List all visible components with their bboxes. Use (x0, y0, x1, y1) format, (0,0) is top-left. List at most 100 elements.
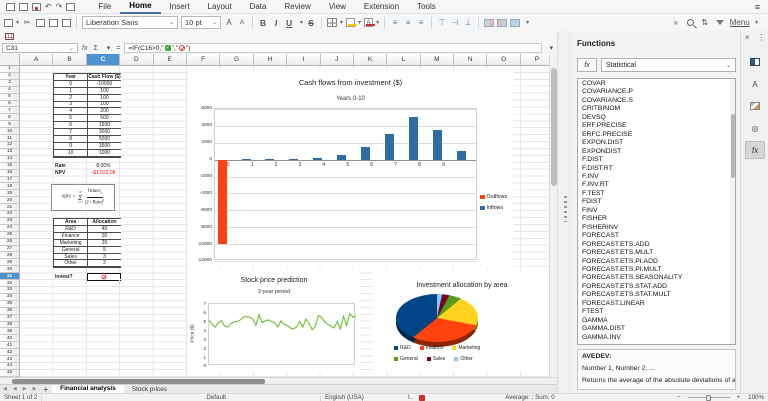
new-document-icon[interactable] (6, 3, 15, 11)
bar-year-1[interactable] (242, 159, 251, 160)
selected-cell-C31[interactable] (87, 273, 121, 280)
row-header-28[interactable]: 28 (0, 252, 20, 259)
sidebar-settings-icon[interactable]: ⋮ (757, 33, 765, 42)
align-top-button[interactable]: ⊤ (437, 16, 447, 29)
row-header-40[interactable]: 40 (0, 335, 20, 342)
function-item-finv[interactable]: FINV (582, 207, 735, 215)
cashflow-cell[interactable]: 100 (88, 88, 121, 95)
merge-center-button[interactable] (497, 16, 507, 29)
underline-button[interactable]: U (284, 16, 294, 29)
align-right-button[interactable]: ≡ (416, 16, 426, 29)
column-header-O[interactable]: O (487, 54, 520, 66)
row-header-26[interactable]: 26 (0, 239, 20, 246)
zoom-out-button[interactable]: − (673, 394, 685, 401)
cashflow-cell[interactable]: -10000 (88, 81, 121, 88)
npv-value[interactable]: -$1,522.09 (87, 170, 120, 177)
prev-sheet-icon[interactable]: ◀ (10, 386, 20, 392)
cashflow-cell[interactable]: 3000 (88, 129, 121, 136)
function-item-forecast.ets.pi.mult[interactable]: FORECAST.ETS.PI.MULT (582, 266, 735, 274)
function-item-forecast[interactable]: FORECAST (582, 232, 735, 240)
close-panel-icon[interactable]: × (745, 33, 750, 42)
unmerge-cells-button[interactable] (510, 16, 520, 29)
allocation-cell[interactable]: 40 (88, 226, 121, 233)
allocation-cell[interactable]: 2 (88, 260, 121, 267)
insert-mode-icon[interactable]: I.. (408, 394, 413, 401)
row-header-2[interactable]: 2 (0, 73, 20, 80)
row-header-30[interactable]: 30 (0, 266, 20, 273)
menu-tab-insert[interactable]: Insert (161, 0, 199, 14)
row-header-12[interactable]: 12 (0, 142, 20, 149)
align-center-button[interactable]: ≡ (403, 16, 413, 29)
column-header-L[interactable]: L (387, 54, 420, 66)
cashflow-bar-chart[interactable]: Cash flows from investment ($) Years 0-1… (188, 70, 513, 267)
function-item-covar[interactable]: COVAR (582, 80, 735, 88)
borders-button[interactable]: ▾ (327, 16, 343, 29)
menu-tab-home[interactable]: Home (120, 0, 160, 14)
insert-function-button[interactable]: fx (577, 58, 597, 72)
row-header-16[interactable]: 16 (0, 170, 20, 177)
shrink-font-button[interactable]: A (237, 16, 247, 29)
bar-year-8[interactable] (409, 117, 418, 159)
function-item-f.test[interactable]: F.TEST (582, 190, 735, 198)
row-header-27[interactable]: 27 (0, 246, 20, 253)
function-item-forecast.ets.add[interactable]: FORECAST.ETS.ADD (582, 241, 735, 249)
clone-formatting-button[interactable] (48, 16, 58, 29)
function-item-expon.dist[interactable]: EXPON.DIST (582, 139, 735, 147)
bold-button[interactable]: B (258, 16, 268, 29)
print-icon[interactable] (66, 3, 75, 11)
row-header-23[interactable]: 23 (0, 218, 20, 225)
gallery-tab-icon[interactable] (745, 97, 765, 115)
function-item-f.dist[interactable]: F.DIST (582, 156, 735, 164)
function-item-forecast.ets.stat.mult[interactable]: FORECAST.ETS.STAT.MULT (582, 291, 735, 299)
row-header-29[interactable]: 29 (0, 259, 20, 266)
category-select[interactable]: Statistical⌄ (601, 58, 736, 72)
cashflow-cell[interactable]: 6 (54, 122, 87, 129)
function-list-scrollbar[interactable] (730, 79, 735, 344)
row-header-13[interactable]: 13 (0, 149, 20, 156)
cashflow-cell[interactable]: 1 (54, 88, 87, 95)
function-item-erf.precise[interactable]: ERF.PRECISE (582, 122, 735, 130)
function-item-forecast.ets.seasonality[interactable]: FORECAST.ETS.SEASONALITY (582, 274, 735, 282)
clear-formatting-button[interactable] (61, 16, 71, 29)
row-header-21[interactable]: 21 (0, 204, 20, 211)
row-header-11[interactable]: 11 (0, 135, 20, 142)
row-header-24[interactable]: 24 (0, 225, 20, 232)
menu-tab-file[interactable]: File (89, 0, 120, 14)
zoom-level[interactable]: 100% (744, 394, 768, 401)
npv-label[interactable]: NPV (54, 170, 86, 177)
next-sheet-icon[interactable]: ▶ (20, 386, 30, 392)
save-icon[interactable] (32, 3, 41, 11)
stock-line-chart[interactable]: Stock price prediction 3-year period Pri… (188, 271, 360, 372)
bar-year-4[interactable] (313, 158, 322, 160)
menu-tab-data[interactable]: Data (241, 0, 276, 14)
row-header-35[interactable]: 35 (0, 301, 20, 308)
bar-year-3[interactable] (289, 159, 298, 160)
column-header-E[interactable]: E (154, 54, 187, 66)
cashflow-table[interactable]: YearCash Flow ($)0-100001100210031004200… (53, 73, 121, 158)
cashflow-cell[interactable]: 0 (54, 81, 87, 88)
function-item-erfc.precise[interactable]: ERFC.PRECISE (582, 131, 735, 139)
formula-input[interactable]: =IF(C16>0,"✓","") (124, 43, 542, 53)
paste-button[interactable]: ▾ (4, 16, 19, 29)
row-header-9[interactable]: 9 (0, 121, 20, 128)
column-header-I[interactable]: I (287, 54, 320, 66)
function-item-fisherinv[interactable]: FISHERINV (582, 224, 735, 232)
row-header-37[interactable]: 37 (0, 315, 20, 322)
column-header-C[interactable]: C (87, 54, 120, 66)
function-item-devsq[interactable]: DEVSQ (582, 114, 735, 122)
menu-tab-extension[interactable]: Extension (355, 0, 408, 14)
align-left-button[interactable]: ≡ (390, 16, 400, 29)
function-list[interactable]: COVARCOVARIANCE.PCOVARIANCE.SCRITBINOMDE… (577, 78, 736, 345)
functions-tab-icon[interactable]: fx (745, 141, 765, 159)
cells-grid[interactable]: YearCash Flow ($)0-100001100210031004200… (20, 66, 549, 377)
function-item-critbinom[interactable]: CRITBINOM (582, 105, 735, 113)
bar-year-2[interactable] (265, 159, 274, 160)
function-item-gamma.dist[interactable]: GAMMA.DIST (582, 325, 735, 333)
row-header-4[interactable]: 4 (0, 87, 20, 94)
npv-formula-object[interactable]: NPV = NΣi=1 Valuesi (1+Rate)i (51, 184, 115, 211)
bar-year-6[interactable] (361, 147, 370, 160)
function-item-forecast.ets.pi.add[interactable]: FORECAST.ETS.PI.ADD (582, 258, 735, 266)
cut-button[interactable]: ✂ (22, 16, 32, 29)
cashflow-cell[interactable]: 5 (54, 115, 87, 122)
navigator-tab-icon[interactable]: ◎ (745, 119, 765, 137)
